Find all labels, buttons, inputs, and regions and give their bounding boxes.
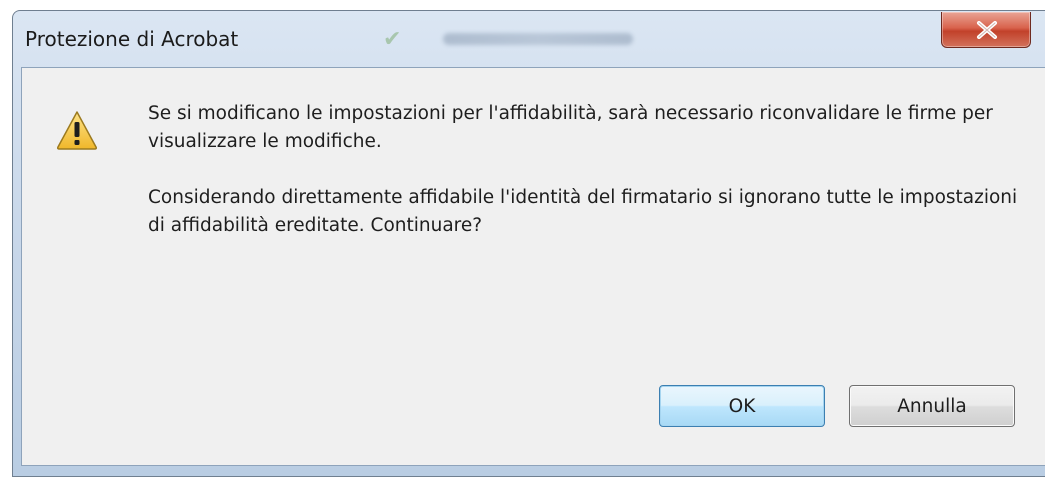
message-text: Se si modificano le impostazioni per l'a… bbox=[148, 100, 1018, 240]
window-title: Protezione di Acrobat bbox=[25, 27, 239, 51]
dialog-window: Protezione di Acrobat ✔ Se si modificano… bbox=[12, 10, 1045, 477]
background-window-ghost: ✔ bbox=[373, 23, 733, 55]
close-button[interactable] bbox=[941, 12, 1031, 48]
cancel-button[interactable]: Annulla bbox=[849, 385, 1015, 427]
ok-button[interactable]: OK bbox=[659, 385, 825, 427]
title-bar[interactable]: Protezione di Acrobat ✔ bbox=[13, 11, 1045, 67]
message-paragraph-1: Se si modificano le impostazioni per l'a… bbox=[148, 103, 993, 152]
message-paragraph-2: Considerando direttamente affidabile l'i… bbox=[148, 187, 1018, 236]
close-icon bbox=[977, 21, 997, 39]
blurred-caption bbox=[443, 33, 633, 45]
checkmark-icon: ✔ bbox=[383, 27, 402, 52]
warning-icon bbox=[56, 111, 98, 150]
dialog-content: Se si modificano le impostazioni per l'a… bbox=[21, 67, 1045, 466]
